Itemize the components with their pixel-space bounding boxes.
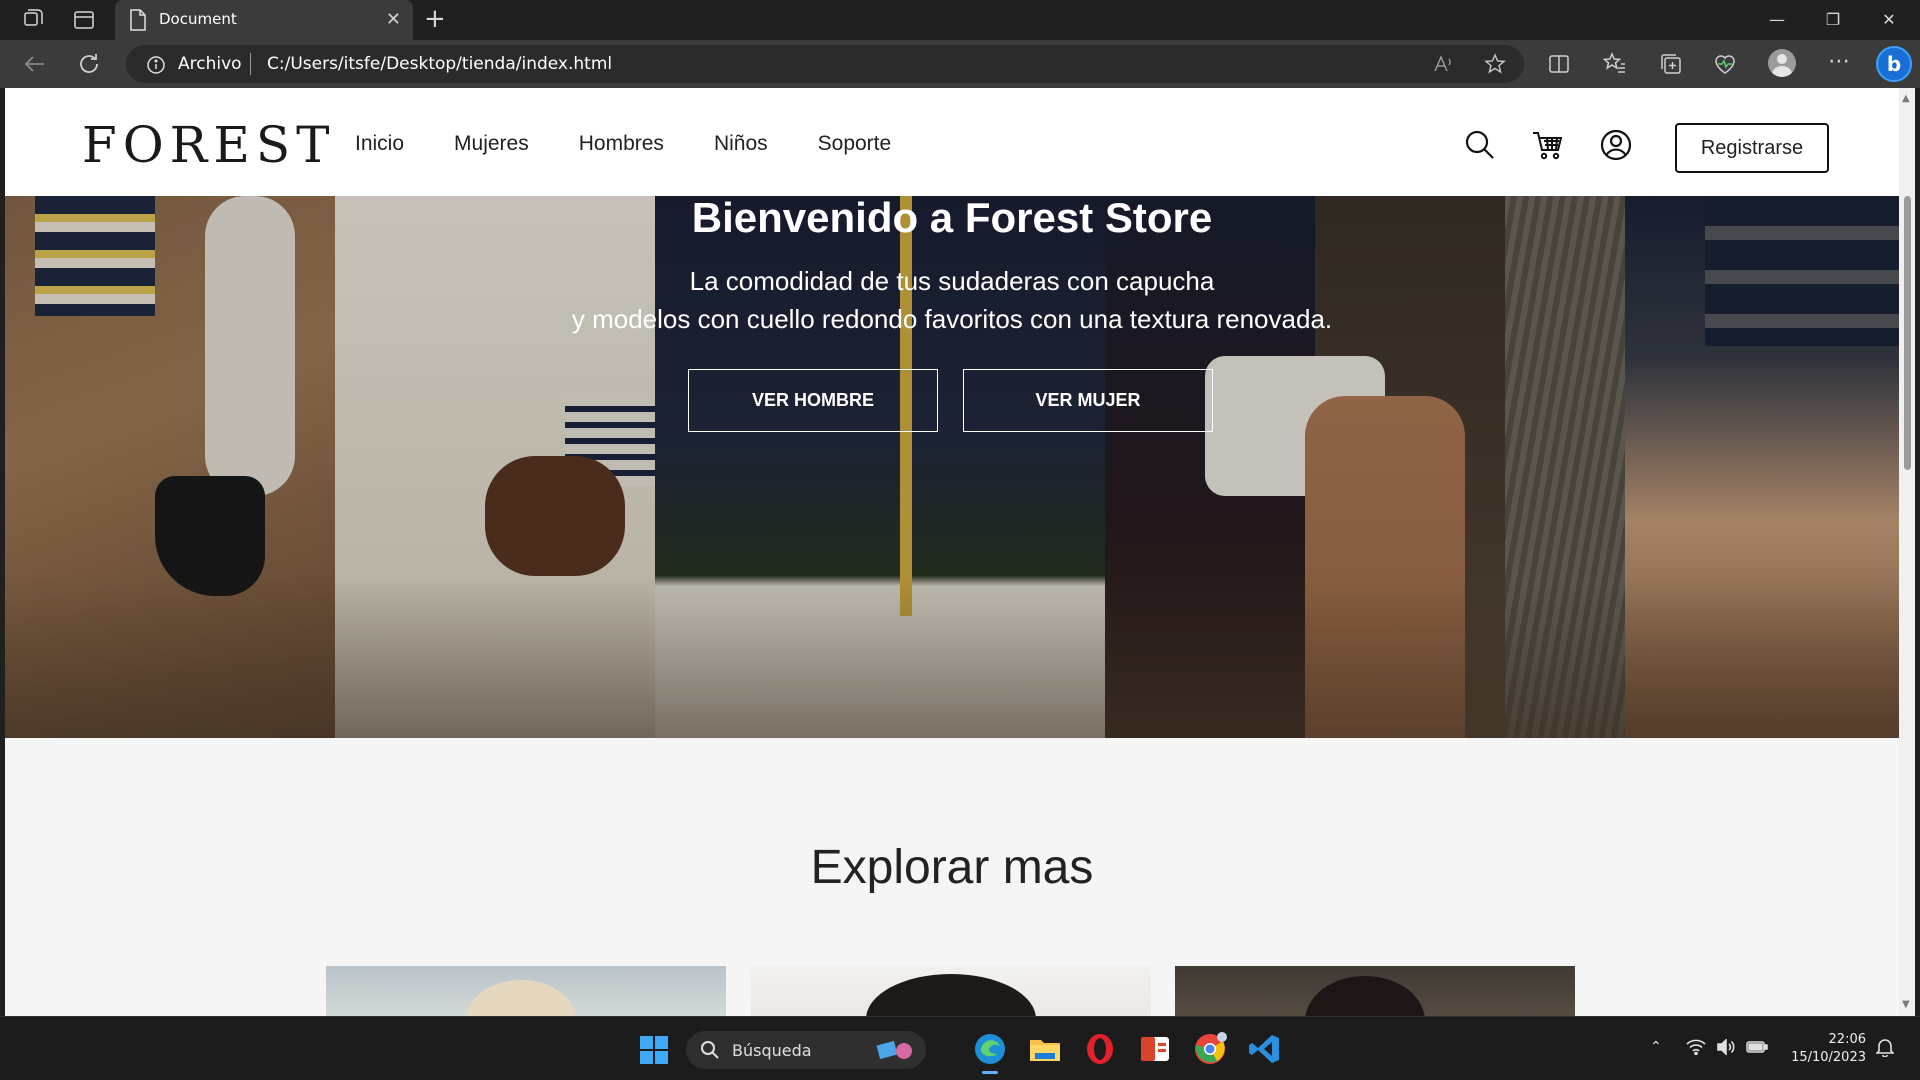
tab-document[interactable]: Document ✕ xyxy=(115,0,413,40)
chrome-taskbar-icon[interactable] xyxy=(1192,1031,1228,1067)
page-viewport: FOREST Inicio Mujeres Hombres Niños Sopo… xyxy=(5,88,1899,1016)
favorites-icon[interactable] xyxy=(1602,51,1628,77)
edge-taskbar-icon[interactable] xyxy=(972,1031,1008,1074)
page-scrollbar[interactable]: ▲ ▼ xyxy=(1899,88,1915,1016)
clock-date: 15/10/2023 xyxy=(1791,1050,1866,1065)
taskbar-search[interactable]: Búsqueda xyxy=(686,1031,926,1069)
explore-title: Explorar mas xyxy=(810,841,1094,894)
more-options-icon[interactable]: ⋯ xyxy=(1826,51,1852,77)
close-window-icon[interactable]: ✕ xyxy=(1866,6,1912,34)
back-icon[interactable] xyxy=(22,51,48,77)
hero-subtitle-line1: La comodidad de tus sudaderas con capuch… xyxy=(689,266,1215,296)
taskbar-search-icon xyxy=(700,1040,720,1064)
wifi-icon[interactable] xyxy=(1686,1039,1706,1059)
vscode-taskbar-icon[interactable] xyxy=(1247,1031,1283,1067)
info-icon[interactable] xyxy=(146,55,166,79)
browser-essentials-icon[interactable] xyxy=(1712,51,1738,77)
site-header: FOREST Inicio Mujeres Hombres Niños Sopo… xyxy=(5,88,1899,196)
site-logo[interactable]: FOREST xyxy=(82,116,335,174)
main-nav: Inicio Mujeres Hombres Niños Soporte xyxy=(355,132,891,156)
close-tab-icon[interactable]: ✕ xyxy=(386,9,401,30)
nav-hombres[interactable]: Hombres xyxy=(579,132,664,156)
taskbar: Búsqueda ⌃ 22:06 15/10/2023 xyxy=(0,1016,1920,1080)
browser-toolbar: Archivo C:/Users/itsfe/Desktop/tienda/in… xyxy=(0,40,1920,88)
address-separator xyxy=(250,53,251,75)
volume-icon[interactable] xyxy=(1716,1038,1736,1059)
tab-actions-icon[interactable] xyxy=(72,8,96,32)
office-taskbar-icon[interactable] xyxy=(1137,1031,1173,1067)
address-bar[interactable]: Archivo C:/Users/itsfe/Desktop/tienda/in… xyxy=(126,45,1524,83)
opera-taskbar-icon[interactable] xyxy=(1082,1031,1118,1067)
windows-start-icon[interactable] xyxy=(640,1036,668,1064)
file-explorer-taskbar-icon[interactable] xyxy=(1027,1031,1063,1067)
address-scheme-label: Archivo xyxy=(178,54,242,74)
explore-card-2[interactable] xyxy=(751,966,1151,1016)
notifications-icon[interactable] xyxy=(1875,1037,1895,1061)
ver-hombre-button[interactable]: VER HOMBRE xyxy=(688,369,938,432)
scroll-thumb[interactable] xyxy=(1904,196,1911,470)
clock-time: 22:06 xyxy=(1828,1032,1866,1047)
tab-strip: Document ✕ + — ❐ ✕ xyxy=(0,0,1920,40)
search-icon[interactable] xyxy=(1463,128,1497,162)
hero-subtitle-line2: y modelos con cuello redondo favoritos c… xyxy=(571,304,1333,334)
taskbar-search-placeholder: Búsqueda xyxy=(732,1041,812,1060)
copilot-icon[interactable]: b xyxy=(1876,46,1912,82)
hero-title: Bienvenido a Forest Store xyxy=(691,196,1213,241)
nav-mujeres[interactable]: Mujeres xyxy=(454,132,529,156)
collections-icon[interactable] xyxy=(1658,51,1684,77)
read-aloud-icon[interactable] xyxy=(1432,53,1454,75)
ver-mujer-button[interactable]: VER MUJER xyxy=(963,369,1213,432)
url-text[interactable]: C:/Users/itsfe/Desktop/tienda/index.html xyxy=(267,54,612,74)
tab-title: Document xyxy=(159,10,237,28)
search-highlight-icon xyxy=(876,1037,916,1063)
taskbar-clock[interactable]: 22:06 15/10/2023 xyxy=(1786,1031,1866,1067)
nav-inicio[interactable]: Inicio xyxy=(355,132,404,156)
nav-soporte[interactable]: Soporte xyxy=(818,132,892,156)
card-1-figure xyxy=(466,980,576,1016)
new-tab-icon[interactable]: + xyxy=(424,6,446,32)
favorite-star-icon[interactable] xyxy=(1484,53,1506,75)
minimize-icon[interactable]: — xyxy=(1754,6,1800,34)
scroll-down-icon[interactable]: ▼ xyxy=(1902,1000,1912,1010)
explore-card-1[interactable] xyxy=(326,966,726,1016)
refresh-icon[interactable] xyxy=(76,51,102,77)
split-screen-icon[interactable] xyxy=(1546,51,1572,77)
show-hidden-icons[interactable]: ⌃ xyxy=(1650,1039,1662,1055)
profile-avatar[interactable] xyxy=(1768,49,1796,77)
restore-icon[interactable]: ❐ xyxy=(1810,6,1856,34)
hero-banner: Bienvenido a Forest Store La comodidad d… xyxy=(5,196,1899,738)
register-button[interactable]: Registrarse xyxy=(1675,123,1829,173)
explore-card-3[interactable] xyxy=(1175,966,1575,1016)
card-2-hat xyxy=(866,974,1036,1016)
scroll-up-icon[interactable]: ▲ xyxy=(1902,94,1912,104)
cart-icon[interactable] xyxy=(1531,128,1565,162)
user-account-icon[interactable] xyxy=(1599,128,1633,162)
document-icon xyxy=(129,9,147,35)
nav-ninos[interactable]: Niños xyxy=(714,132,768,156)
card-3-figure xyxy=(1305,976,1425,1016)
workspaces-icon[interactable] xyxy=(20,8,44,32)
battery-icon[interactable] xyxy=(1746,1039,1768,1059)
